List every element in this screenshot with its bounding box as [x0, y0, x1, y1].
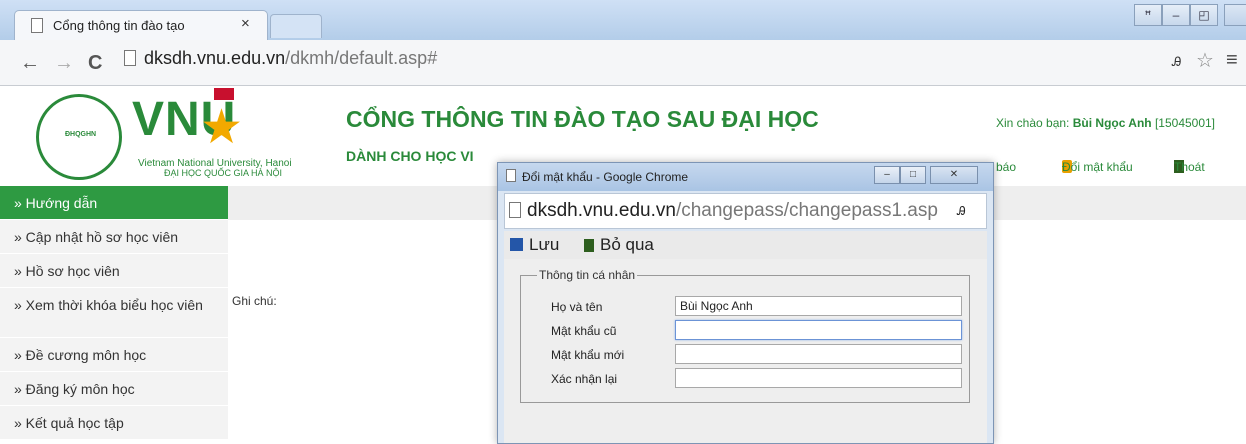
sidebar-item-update-profile[interactable]: » Cập nhật hồ sơ học viên	[0, 220, 228, 254]
user-greeting: Xin chào bạn: Bùi Ngọc Anh [15045001]	[996, 116, 1215, 130]
old-password-label: Mật khẩu cũ	[551, 324, 617, 338]
fullname-label: Họ và tên	[551, 300, 603, 314]
tab-title: Cổng thông tin đào tạo	[53, 18, 185, 33]
confirm-password-field[interactable]	[675, 368, 962, 388]
page-subtitle: DÀNH CHO HỌC VI	[346, 148, 474, 164]
sidebar-item-course-registration[interactable]: » Đăng ký môn học	[0, 372, 228, 406]
sidebar-item-syllabus[interactable]: » Đề cương môn học	[0, 338, 228, 372]
translate-icon[interactable]: Ꭿ	[1172, 54, 1181, 70]
address-bar[interactable]: dksdh.vnu.edu.vn/dkmh/default.asp#	[124, 48, 1204, 78]
note-label: Ghi chú:	[232, 294, 277, 308]
sidebar-item-results[interactable]: » Kết quả học tập	[0, 406, 228, 440]
browser-toolbar: ← → C dksdh.vnu.edu.vn/dkmh/default.asp#…	[0, 40, 1246, 86]
logo-vietnamese-name: ĐẠI HỌC QUỐC GIA HÀ NỘI	[164, 168, 283, 178]
popup-maximize-button[interactable]: □	[900, 166, 926, 184]
personal-info-group: Thông tin cá nhân Họ và tên Mật khẩu cũ …	[520, 268, 970, 403]
medal-ribbon-icon	[214, 88, 234, 100]
group-legend: Thông tin cá nhân	[537, 268, 638, 282]
browser-tab[interactable]: Cổng thông tin đào tạo ×	[14, 10, 268, 40]
old-password-field[interactable]	[675, 320, 962, 340]
sidebar-item-timetable[interactable]: » Xem thời khóa biểu học viên	[0, 288, 228, 338]
translate-icon[interactable]: Ꭿ	[957, 204, 966, 219]
popup-toolbar: Lưu Bỏ qua	[504, 231, 987, 259]
page-icon	[506, 169, 516, 182]
user-icon[interactable]: ꟸ	[1134, 4, 1162, 26]
save-label: Lưu	[529, 235, 560, 254]
restore-button[interactable]: ◰	[1190, 4, 1218, 26]
forward-button[interactable]: →	[54, 52, 74, 75]
new-password-label: Mật khẩu mới	[551, 348, 625, 362]
floppy-disk-icon	[510, 238, 523, 251]
exit-door-icon	[584, 239, 594, 252]
confirm-password-label: Xác nhận lại	[551, 372, 618, 386]
popup-close-button[interactable]: ✕	[930, 166, 978, 184]
new-tab-button[interactable]	[270, 14, 322, 38]
logo-ring-text: ĐHQGHN	[65, 131, 97, 138]
save-button[interactable]: Lưu	[510, 235, 559, 255]
skip-label: Bỏ qua	[600, 235, 654, 254]
close-window-button[interactable]: ✕	[1224, 4, 1246, 26]
popup-url-host: dksdh.vnu.edu.vn	[527, 200, 676, 221]
popup-titlebar[interactable]: Đổi mật khẩu - Google Chrome – □ ✕	[498, 163, 993, 191]
url-path: /dkmh/default.asp#	[285, 48, 438, 68]
fullname-field[interactable]	[675, 296, 962, 316]
sidebar-item-guide[interactable]: » Hướng dẫn	[0, 186, 228, 220]
skip-button[interactable]: Bỏ qua	[584, 235, 654, 255]
screen: Cổng thông tin đào tạo × ꟸ – ◰ ✕ ← → C d…	[0, 0, 1246, 444]
sidebar-menu: » Hướng dẫn » Cập nhật hồ sơ học viên » …	[0, 186, 228, 444]
sidebar-item-profile[interactable]: » Hồ sơ học viên	[0, 254, 228, 288]
url-host: dksdh.vnu.edu.vn	[144, 48, 286, 68]
new-password-field[interactable]	[675, 344, 962, 364]
popup-window-controls: – □ ✕	[874, 166, 978, 184]
logout-label: Thoát	[1174, 160, 1205, 174]
page-icon	[31, 18, 43, 33]
page-icon	[124, 50, 136, 66]
change-password-label: Đổi mật khẩu	[1062, 160, 1133, 174]
user-name: Bùi Ngọc Anh	[1072, 116, 1152, 130]
user-id: [15045001]	[1151, 116, 1216, 130]
popup-body: Lưu Bỏ qua Thông tin cá nhân Họ và tên M…	[504, 231, 987, 443]
minimize-button[interactable]: –	[1162, 4, 1190, 26]
gold-star-icon: ★	[200, 101, 244, 154]
popup-minimize-button[interactable]: –	[874, 166, 900, 184]
popup-title: Đổi mật khẩu - Google Chrome	[522, 170, 689, 184]
bookmark-star-icon[interactable]: ☆	[1196, 48, 1214, 73]
notify-link[interactable]: báo	[996, 160, 1016, 174]
tab-close-icon[interactable]: ×	[241, 15, 250, 32]
page-icon	[509, 202, 521, 218]
change-password-popup: Đổi mật khẩu - Google Chrome – □ ✕ dksdh…	[497, 162, 994, 444]
page-title: CỔNG THÔNG TIN ĐÀO TẠO SAU ĐẠI HỌC	[346, 106, 819, 132]
chrome-menu-icon[interactable]: ≡	[1226, 49, 1238, 72]
window-controls: ꟸ – ◰ ✕	[1134, 4, 1246, 26]
reload-button[interactable]: C	[88, 52, 102, 75]
greeting-prefix: Xin chào bạn:	[996, 116, 1073, 130]
popup-url-path: /changepass/changepass1.asp	[675, 200, 938, 221]
popup-address-bar: dksdh.vnu.edu.vn/changepass/changepass1.…	[504, 193, 987, 229]
password-form: Thông tin cá nhân Họ và tên Mật khẩu cũ …	[504, 259, 987, 443]
dhqghn-logo: ĐHQGHN	[36, 94, 122, 180]
back-button[interactable]: ←	[20, 52, 40, 75]
browser-titlebar: Cổng thông tin đào tạo × ꟸ – ◰ ✕	[0, 0, 1246, 40]
